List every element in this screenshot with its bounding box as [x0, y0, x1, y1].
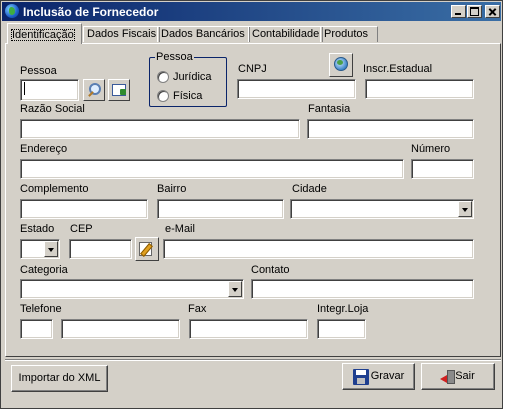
floppy-disk-icon [353, 369, 369, 385]
radio-juridica[interactable] [157, 71, 169, 83]
footer-divider [5, 359, 501, 361]
pessoa-label: Pessoa [20, 65, 57, 77]
cidade-label: Cidade [292, 183, 327, 195]
categoria-label: Categoria [20, 264, 68, 276]
complemento-label: Complemento [20, 183, 89, 195]
tab-produtos[interactable]: Produtos [320, 26, 378, 42]
tab-contabilidade[interactable]: Contabilidade [248, 26, 323, 42]
cnpj-lookup-button[interactable] [329, 53, 353, 77]
window-title: Inclusão de Fornecedor [23, 5, 159, 19]
complemento-input[interactable] [20, 199, 148, 219]
radio-juridica-label[interactable]: Jurídica [173, 71, 212, 83]
maximize-button[interactable] [467, 5, 482, 18]
fantasia-label: Fantasia [308, 103, 351, 115]
gravar-label: Gravar [370, 370, 405, 382]
close-button[interactable] [485, 5, 500, 18]
sair-label: Sair [455, 370, 475, 382]
gravar-button[interactable]: Gravar [342, 363, 415, 390]
sair-button[interactable]: Sair [421, 363, 495, 390]
telefone-ddd-input[interactable] [20, 319, 53, 339]
cnpj-label: CNPJ [238, 63, 267, 75]
contato-input[interactable] [251, 279, 474, 299]
razao-social-input[interactable] [20, 119, 300, 139]
radio-fisica[interactable] [157, 90, 169, 102]
pessoa-code-input[interactable] [20, 79, 79, 101]
contact-card-button[interactable] [108, 79, 130, 101]
radio-fisica-label[interactable]: Física [173, 90, 202, 102]
fax-label: Fax [188, 303, 207, 315]
bairro-label: Bairro [157, 183, 187, 195]
telefone-label: Telefone [20, 303, 62, 315]
contato-label: Contato [251, 264, 290, 276]
cep-lookup-button[interactable] [135, 237, 159, 261]
tab-dados-bancarios[interactable]: Dados Bancários [157, 26, 250, 42]
fantasia-input[interactable] [307, 119, 474, 139]
chevron-down-icon[interactable] [44, 241, 58, 257]
estado-select[interactable] [20, 239, 60, 259]
cidade-select[interactable] [290, 199, 474, 219]
endereco-input[interactable] [20, 159, 404, 179]
cep-label: CEP [70, 223, 93, 235]
inscr-estadual-label: Inscr.Estadual [363, 63, 433, 75]
integr-loja-input[interactable] [317, 319, 366, 339]
cep-input[interactable] [69, 239, 132, 259]
categoria-select[interactable] [20, 279, 244, 299]
fornecedor-dialog: Inclusão de Fornecedor Identificação Dad… [0, 0, 503, 409]
title-bar[interactable]: Inclusão de Fornecedor [2, 2, 501, 21]
chevron-down-icon[interactable] [458, 201, 472, 217]
pessoa-group-title: Pessoa [155, 51, 194, 63]
chevron-down-icon[interactable] [228, 281, 242, 297]
razao-social-label: Razão Social [20, 103, 85, 115]
search-pessoa-button[interactable] [83, 79, 105, 101]
email-input[interactable] [163, 239, 474, 259]
inscr-estadual-input[interactable] [365, 79, 474, 99]
integr-loja-label: Integr.Loja [317, 303, 369, 315]
fax-input[interactable] [189, 319, 308, 339]
exit-door-icon [440, 369, 456, 385]
cnpj-input[interactable] [237, 79, 356, 99]
numero-input[interactable] [411, 159, 474, 179]
app-icon [5, 4, 19, 18]
endereco-label: Endereço [20, 143, 68, 155]
importar-xml-button[interactable]: Importar do XML [11, 365, 108, 392]
bairro-input[interactable] [157, 199, 284, 219]
telefone-input[interactable] [61, 319, 180, 339]
estado-label: Estado [20, 223, 55, 235]
numero-label: Número [411, 143, 451, 155]
email-label: e-Mail [165, 223, 195, 235]
tab-dados-fiscais[interactable]: Dados Fiscais [83, 26, 160, 42]
tab-identificacao[interactable]: Identificação [7, 23, 82, 44]
minimize-button[interactable] [451, 5, 466, 18]
